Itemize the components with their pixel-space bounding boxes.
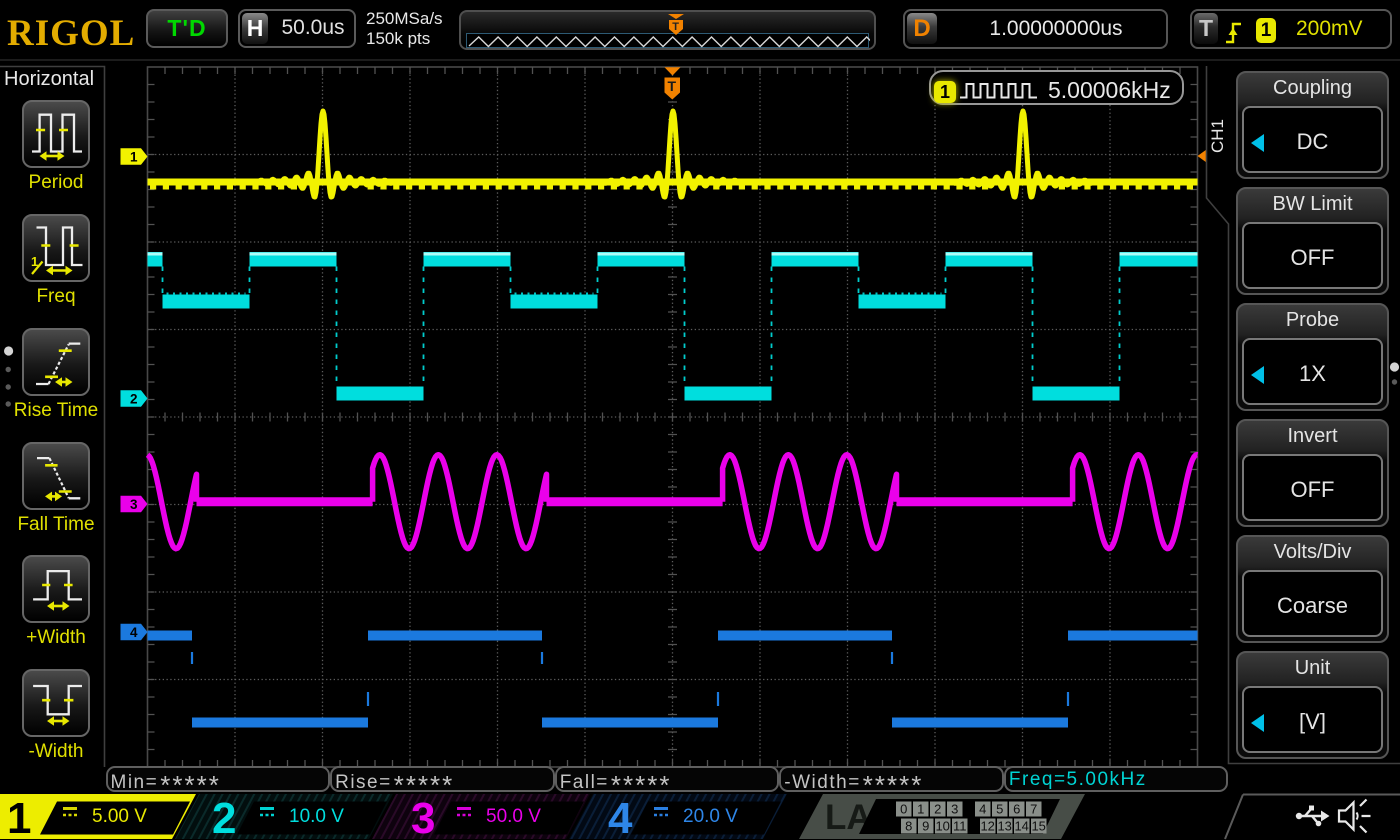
svg-text:15: 15 [1031,819,1045,834]
svg-text:4: 4 [608,794,633,840]
svg-text:4: 4 [979,802,986,817]
svg-text:3: 3 [411,794,435,840]
svg-text:2: 2 [130,392,138,407]
svg-text:1: 1 [130,150,138,165]
svg-text:T: T [672,21,679,33]
svg-text:12: 12 [980,819,994,834]
svg-text:10.0 V: 10.0 V [289,806,344,827]
svg-text:5.00 V: 5.00 V [92,806,147,827]
svg-text:5: 5 [996,802,1003,817]
svg-text:7: 7 [1030,802,1037,817]
svg-text:T: T [668,78,677,94]
svg-text:8: 8 [905,819,912,834]
svg-text:2: 2 [212,794,236,840]
svg-text:20.0 V: 20.0 V [683,806,738,827]
svg-text:50.0 V: 50.0 V [486,806,541,827]
svg-text:0: 0 [900,802,907,817]
svg-text:13: 13 [997,819,1011,834]
svg-text:4: 4 [130,625,138,640]
svg-text:1: 1 [7,794,31,840]
svg-text:6: 6 [1013,802,1020,817]
svg-text:1: 1 [917,802,924,817]
svg-text:9: 9 [922,819,929,834]
svg-text:3: 3 [130,497,138,512]
svg-text:2: 2 [934,802,941,817]
svg-text:11: 11 [953,819,967,834]
svg-text:3: 3 [951,802,958,817]
svg-text:14: 14 [1014,819,1028,834]
svg-text:10: 10 [935,819,949,834]
